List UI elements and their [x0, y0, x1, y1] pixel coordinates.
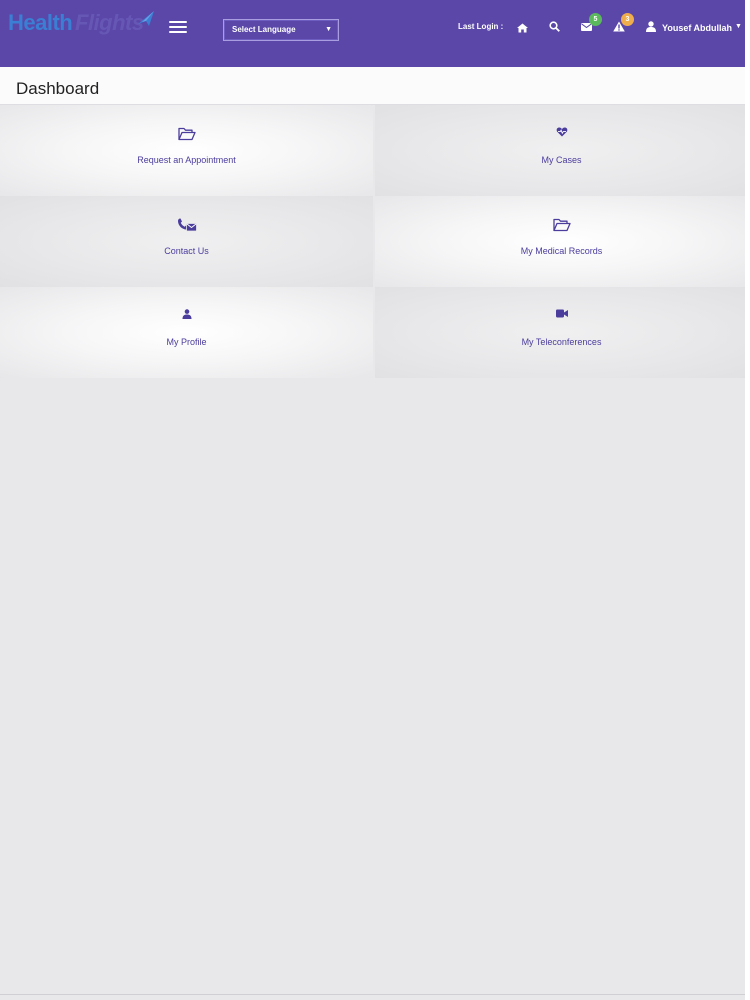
tile-my-teleconferences[interactable]: My Teleconferences	[375, 287, 748, 378]
language-select-value: Select Language	[232, 25, 296, 34]
user-name: Yousef Abdullah	[662, 23, 733, 33]
tile-label: Request an Appointment	[137, 155, 236, 165]
heartbeat-icon	[556, 127, 567, 137]
tile-request-appointment[interactable]: Request an Appointment	[0, 105, 373, 196]
plane-icon	[138, 11, 154, 26]
folder-open-icon	[177, 127, 196, 141]
messages-button[interactable]: 5	[581, 13, 605, 35]
tile-label: My Teleconferences	[521, 337, 602, 347]
tile-label: Contact Us	[164, 246, 209, 256]
tile-label: My Profile	[166, 337, 207, 347]
tile-my-profile[interactable]: My Profile	[0, 287, 373, 378]
alerts-count-badge: 3	[621, 13, 634, 26]
messages-count-badge: 5	[589, 13, 602, 26]
video-camera-icon	[555, 309, 568, 318]
folder-open-icon	[552, 218, 571, 232]
user-icon	[182, 309, 191, 319]
tile-label: My Medical Records	[520, 246, 603, 256]
dashboard-tiles: Request an Appointment My Cases Contact …	[0, 105, 748, 378]
page-title: Dashboard	[16, 79, 100, 98]
caret-down-icon: ▼	[735, 23, 742, 30]
last-login-label: Last Login :	[458, 22, 504, 31]
tile-my-cases[interactable]: My Cases	[375, 105, 748, 196]
logo-text-flights: Flights	[75, 10, 144, 35]
search-icon[interactable]	[549, 21, 560, 32]
select-caret-icon: ▼	[325, 26, 332, 33]
page-header: Dashboard	[0, 67, 745, 105]
footer-divider	[0, 994, 750, 995]
alerts-button[interactable]: 3	[613, 13, 637, 35]
healthflights-logo[interactable]: Health Flights	[8, 10, 158, 50]
window-edge	[745, 0, 750, 1000]
menu-toggle-icon[interactable]	[169, 21, 187, 35]
top-navbar: Health Flights Select Language ▼ Last Lo…	[0, 0, 745, 67]
tile-label: My Cases	[541, 155, 582, 165]
tile-my-medical-records[interactable]: My Medical Records	[375, 196, 748, 287]
tile-contact-us[interactable]: Contact Us	[0, 196, 373, 287]
home-icon[interactable]	[517, 23, 528, 33]
phone-envelope-icon	[177, 218, 197, 232]
logo-text-health: Health	[8, 10, 73, 35]
user-icon	[646, 21, 656, 32]
language-select[interactable]: Select Language ▼	[223, 19, 339, 41]
